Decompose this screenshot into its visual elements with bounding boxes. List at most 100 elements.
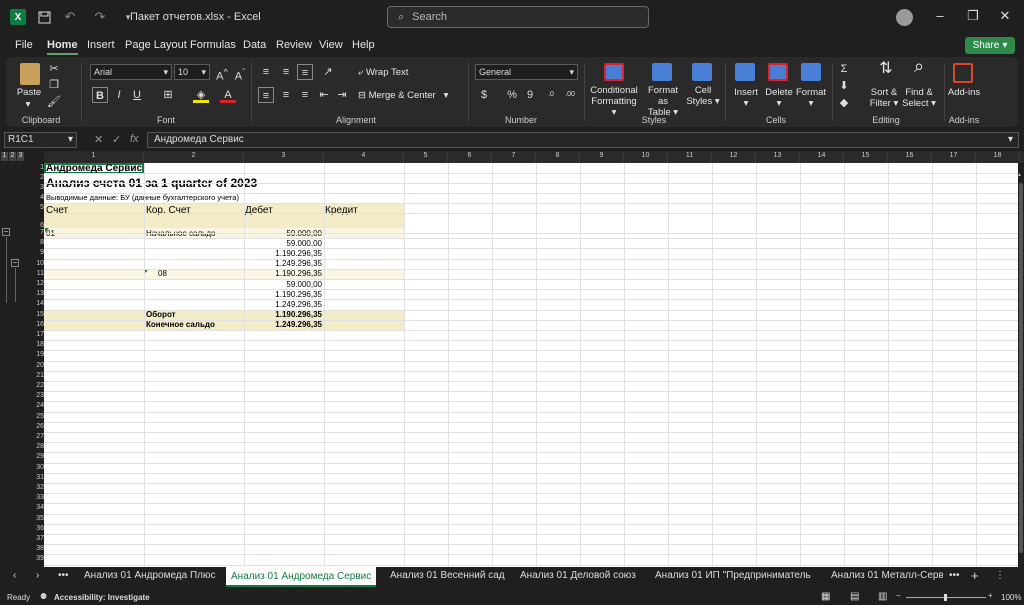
row-header[interactable]: 8	[30, 238, 44, 248]
column-header[interactable]: 9	[580, 152, 624, 163]
sheet-tab[interactable]: Анализ 01 Весенний сад	[390, 570, 505, 581]
currency-icon[interactable]: $	[476, 87, 492, 103]
tab-data[interactable]: Data	[243, 39, 266, 51]
row-header[interactable]: 19	[30, 350, 44, 360]
sheet-tab[interactable]: Анализ 01 Металл-Серв	[831, 570, 943, 581]
insert-cells-button[interactable]: Insert ▾	[731, 87, 761, 109]
row-header[interactable]: 18	[30, 340, 44, 350]
row-header[interactable]: 36	[30, 524, 44, 534]
column-header[interactable]: 13	[756, 152, 800, 163]
tab-page-layout[interactable]: Page Layout	[125, 39, 187, 51]
cell-r12c2[interactable]: 08	[158, 269, 167, 278]
font-color-icon[interactable]: A	[220, 87, 236, 103]
restore-icon[interactable]: ❐	[966, 9, 980, 23]
row-header[interactable]: 39	[30, 554, 44, 564]
delete-cells-icon[interactable]	[768, 63, 788, 81]
clear-icon[interactable]: ◆	[836, 95, 852, 111]
copy-icon[interactable]: ❐	[46, 77, 62, 93]
cell-r6c3[interactable]: Дебет	[245, 205, 273, 216]
fill-icon[interactable]: ⬇	[836, 78, 852, 94]
conditional-formatting-button[interactable]: Conditional Formatting ▾	[588, 85, 640, 118]
close-icon[interactable]: ✕	[998, 9, 1012, 23]
sheet-options-icon[interactable]: ⋮	[995, 570, 1005, 581]
row-header[interactable]: 27	[30, 432, 44, 442]
prev-sheet-icon[interactable]: ‹	[13, 570, 16, 581]
scroll-thumb[interactable]	[1019, 183, 1023, 553]
row-header[interactable]: 22	[30, 381, 44, 391]
collapse-group-icon[interactable]: −	[11, 259, 19, 267]
italic-button[interactable]: I	[111, 87, 127, 103]
column-header[interactable]: 11	[668, 152, 712, 163]
row-header[interactable]: 21	[30, 371, 44, 381]
tab-formulas[interactable]: Formulas	[190, 39, 236, 51]
row-header[interactable]: 10	[30, 259, 44, 269]
next-sheet-icon[interactable]: ›	[36, 570, 39, 581]
page-break-view-icon[interactable]: ▥	[878, 591, 887, 602]
outline-level-2[interactable]: 2	[9, 152, 16, 161]
row-header[interactable]: 33	[30, 493, 44, 503]
cell-r6c1[interactable]: Счет	[46, 205, 68, 216]
cell-r15c3[interactable]: 1.249.296,35	[244, 300, 322, 309]
sheet-tab[interactable]: Анализ 01 Деловой союз	[520, 570, 636, 581]
row-header[interactable]: 4	[30, 193, 44, 203]
tab-review[interactable]: Review	[276, 39, 312, 51]
cell-r4c1[interactable]: Выводимые данные: БУ (данные бухгалтерск…	[46, 193, 239, 202]
borders-icon[interactable]: ⊞	[160, 87, 176, 103]
row-header[interactable]: 9	[30, 248, 44, 258]
cell-r13c3[interactable]: 59.000,00	[244, 280, 322, 289]
align-center-icon[interactable]: ≡	[278, 87, 294, 103]
column-header[interactable]: 4	[324, 152, 404, 163]
more-sheets-icon[interactable]: •••	[58, 570, 69, 581]
row-header[interactable]: 25	[30, 412, 44, 422]
zoom-slider-thumb[interactable]	[944, 594, 947, 601]
cell-styles-button[interactable]: Cell Styles ▾	[686, 85, 720, 107]
cancel-icon[interactable]: ✕	[94, 133, 103, 146]
insert-cells-icon[interactable]	[735, 63, 755, 81]
row-header[interactable]: 23	[30, 391, 44, 401]
cell-styles-icon[interactable]	[692, 63, 712, 81]
align-middle-icon[interactable]: ≡	[278, 64, 294, 80]
normal-view-icon[interactable]: ▦	[821, 591, 830, 602]
row-header[interactable]: 2	[30, 173, 44, 183]
row-header[interactable]: 31	[30, 473, 44, 483]
column-header[interactable]: 2	[144, 152, 244, 163]
fill-color-icon[interactable]: ◈	[193, 87, 209, 103]
percent-icon[interactable]: %	[504, 87, 520, 103]
row-header[interactable]: 16	[30, 320, 44, 330]
sheet-tab[interactable]: Анализ 01 ИП "Предприниматель	[655, 570, 811, 581]
row-header[interactable]: 34	[30, 503, 44, 513]
row-header[interactable]: 13	[30, 289, 44, 299]
zoom-out-icon[interactable]: −	[896, 591, 901, 600]
decrease-indent-icon[interactable]: ⇤	[316, 87, 332, 103]
row-header[interactable]: 30	[30, 463, 44, 473]
number-format-select[interactable]: General ▾	[475, 64, 578, 80]
delete-cells-button[interactable]: Delete ▾	[764, 87, 794, 109]
accessibility-status[interactable]: Accessibility: Investigate	[54, 593, 150, 602]
row-header[interactable]: 12	[30, 279, 44, 289]
enter-icon[interactable]: ✓	[112, 133, 121, 146]
merge-center-button[interactable]: ⊟ Merge & Center ▾	[358, 90, 448, 101]
align-left-icon[interactable]: ≡	[258, 87, 274, 103]
font-name-select[interactable]: Arial ▾	[90, 64, 172, 80]
row-header[interactable]: 15	[30, 310, 44, 320]
cell-r6c2[interactable]: Кор. Счет	[146, 205, 191, 216]
wrap-text-button[interactable]: ⤶ Wrap Text	[358, 67, 408, 78]
column-header[interactable]: 14	[800, 152, 844, 163]
align-bottom-icon[interactable]: ≡	[297, 64, 313, 80]
row-header[interactable]: 7	[30, 228, 44, 238]
redo-icon[interactable]: ↷	[92, 9, 108, 25]
column-header[interactable]: 5	[404, 152, 448, 163]
row-header[interactable]: 20	[30, 361, 44, 371]
bold-button[interactable]: B	[92, 87, 108, 103]
conditional-formatting-icon[interactable]	[604, 63, 624, 81]
find-select-button[interactable]: Find & Select ▾	[901, 87, 937, 109]
more-sheets-icon[interactable]: •••	[949, 570, 960, 581]
row-header[interactable]: 3	[30, 183, 44, 193]
column-header[interactable]: 1	[44, 152, 144, 163]
sheet-tab[interactable]: Анализ 01 Андромеда Плюс	[84, 570, 216, 581]
column-header[interactable]: 16	[888, 152, 932, 163]
tab-help[interactable]: Help	[352, 39, 375, 51]
sheet-tab-active[interactable]: Анализ 01 Андромеда Сервис	[226, 567, 377, 587]
format-cells-icon[interactable]	[801, 63, 821, 81]
format-painter-icon[interactable]: 🖌	[46, 94, 62, 110]
